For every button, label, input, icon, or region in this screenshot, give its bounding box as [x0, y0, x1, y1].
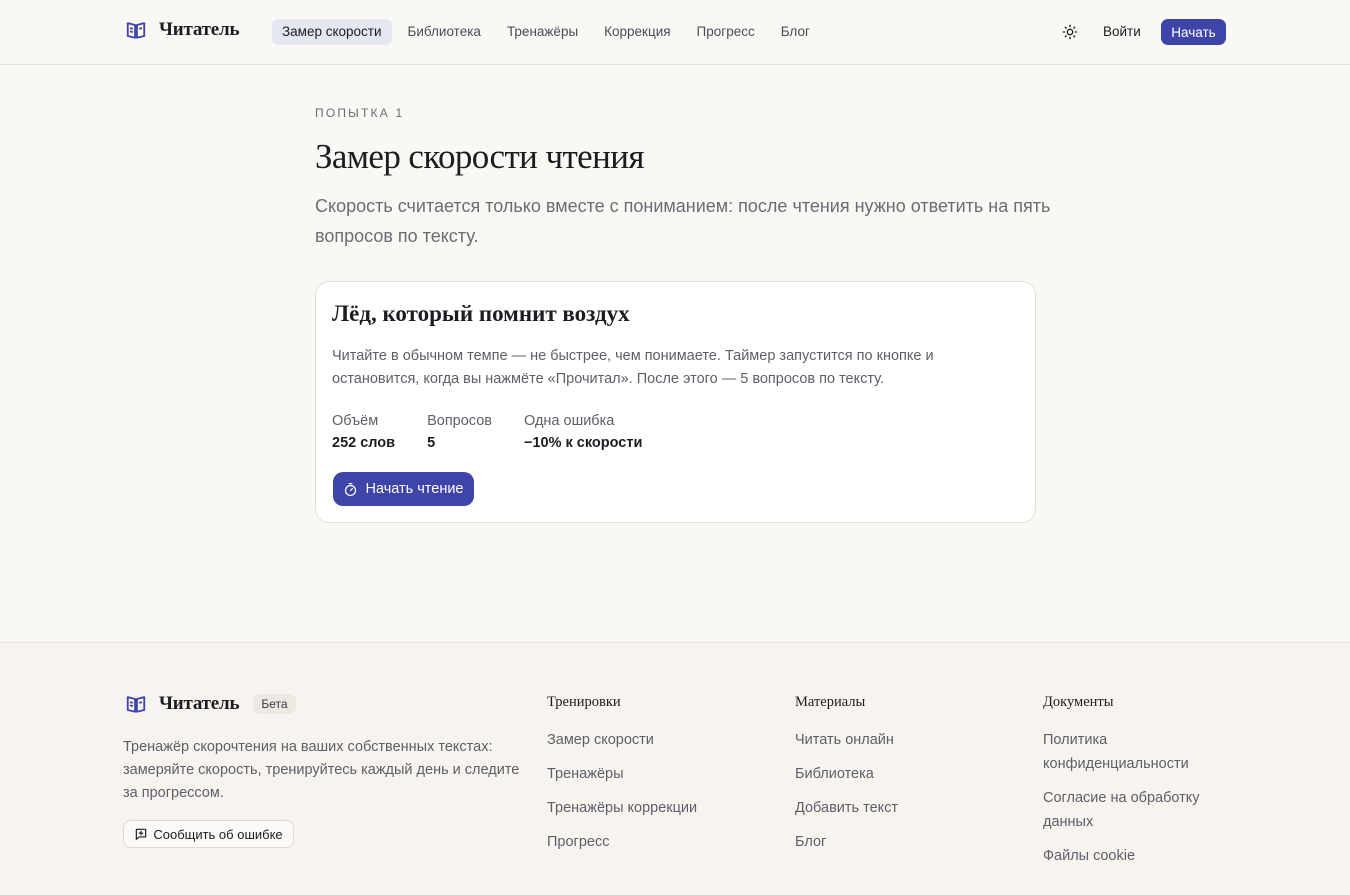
site-footer: Читатель Бета Тренажёр скорочтения на ва…	[0, 642, 1350, 895]
footer-link[interactable]: Замер скорости	[547, 728, 767, 752]
card-title: Лёд, который помнит воздух	[332, 301, 630, 326]
open-book-icon	[126, 22, 146, 39]
reading-card: Лёд, который помнит воздух Читайте в обы…	[315, 281, 1036, 523]
footer-description: Тренажёр скорочтения на ваших собственны…	[123, 739, 520, 801]
footer-column-materials: Материалы Читать онлайн Библиотека Добав…	[795, 694, 1015, 864]
footer-column-title: Тренировки	[547, 694, 621, 710]
attempt-label: ПОПЫТКА 1	[315, 106, 405, 120]
footer-link[interactable]: Политика конфиденциальности	[1043, 728, 1228, 776]
nav-item-trainers[interactable]: Тренажёры	[497, 19, 588, 45]
card-stats: Объём 252 слов Вопросов 5 Одна ошибка −1…	[332, 412, 674, 454]
start-button[interactable]: Начать	[1161, 19, 1226, 45]
footer-link[interactable]: Библиотека	[795, 762, 1015, 786]
stat-penalty: Одна ошибка −10% к скорости	[524, 412, 642, 454]
footer-link[interactable]: Добавить текст	[795, 796, 1015, 820]
footer-link[interactable]: Читать онлайн	[795, 728, 1015, 752]
page-lead: Скорость считается только вместе с поним…	[315, 196, 1051, 246]
open-book-icon	[126, 696, 146, 713]
footer-column-documents: Документы Политика конфиденциальности Со…	[1043, 694, 1228, 878]
stat-questions: Вопросов 5	[427, 412, 492, 454]
sun-icon	[1062, 24, 1078, 40]
card-instructions: Читайте в обычном темпе — не быстрее, че…	[332, 348, 934, 387]
nav-item-speed-test[interactable]: Замер скорости	[272, 19, 392, 45]
footer-column-title: Материалы	[795, 694, 866, 710]
stopwatch-icon	[345, 482, 357, 496]
main-nav: Замер скорости Библиотека Тренажёры Корр…	[272, 19, 824, 45]
stat-label: Одна ошибка	[523, 413, 615, 429]
report-error-label: Сообщить об ошибке	[153, 826, 283, 842]
footer-link[interactable]: Тренажёры	[547, 762, 767, 786]
stat-label: Объём	[332, 413, 379, 429]
page-title: Замер скорости чтения	[315, 137, 644, 176]
nav-item-progress[interactable]: Прогресс	[687, 19, 765, 45]
stat-value: 252 слов	[332, 435, 396, 451]
start-reading-label: Начать чтение	[365, 481, 464, 497]
theme-toggle-button[interactable]	[1060, 22, 1080, 42]
nav-item-library[interactable]: Библиотека	[398, 19, 491, 45]
stat-value: 5	[427, 435, 436, 451]
logo-text: Читатель	[159, 19, 240, 40]
stat-volume: Объём 252 слов	[332, 412, 395, 454]
login-link[interactable]: Войти	[1103, 24, 1141, 39]
footer-link[interactable]: Файлы cookie	[1043, 844, 1228, 868]
start-reading-button[interactable]: Начать чтение	[333, 472, 474, 506]
report-error-button[interactable]: Сообщить об ошибке	[123, 820, 294, 848]
footer-logo-text: Читатель	[159, 693, 240, 714]
nav-item-correction[interactable]: Коррекция	[594, 19, 680, 45]
logo[interactable]: Читатель	[125, 19, 240, 41]
footer-link[interactable]: Согласие на обработку данных	[1043, 786, 1228, 834]
nav-item-blog[interactable]: Блог	[771, 19, 820, 45]
stat-value: −10% к скорости	[523, 435, 643, 451]
stat-label: Вопросов	[427, 413, 492, 429]
message-plus-icon	[136, 828, 147, 840]
beta-badge: Бета	[253, 694, 296, 714]
footer-logo[interactable]: Читатель Бета	[125, 693, 296, 715]
footer-link[interactable]: Прогресс	[547, 830, 767, 854]
site-header: Читатель Замер скорости Библиотека Трена…	[0, 0, 1350, 65]
footer-column-title: Документы	[1043, 694, 1114, 710]
footer-column-training: Тренировки Замер скорости Тренажёры Трен…	[547, 694, 767, 864]
footer-link[interactable]: Тренажёры коррекции	[547, 796, 767, 820]
footer-link[interactable]: Блог	[795, 830, 1015, 854]
